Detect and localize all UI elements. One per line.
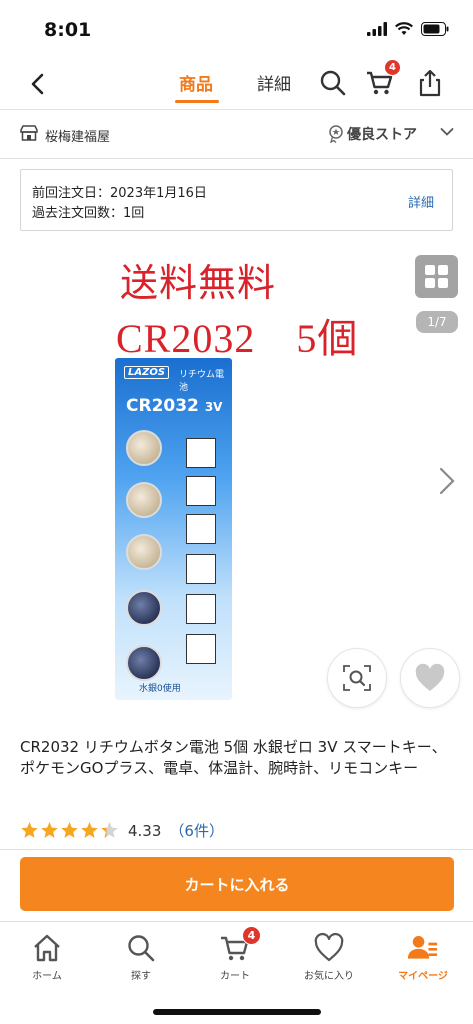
chevron-right-icon[interactable] bbox=[436, 466, 458, 496]
chevron-down-icon[interactable] bbox=[440, 127, 454, 137]
search-icon bbox=[128, 935, 155, 962]
store-row[interactable]: 桜梅建福屋 優良ストア bbox=[0, 111, 473, 159]
coin-cell bbox=[126, 645, 162, 681]
card-voltage: 3V bbox=[204, 400, 223, 414]
card-product-type: リチウム電池 bbox=[179, 370, 225, 393]
add-to-cart-button[interactable]: カートに入れる bbox=[20, 857, 454, 911]
store-badge-label: 優良ストア bbox=[347, 127, 417, 143]
tab-product[interactable]: 商品 bbox=[179, 70, 213, 95]
favorite-button[interactable] bbox=[400, 648, 460, 708]
tab-favorites-label: お気に入り bbox=[304, 971, 354, 982]
heart-icon bbox=[314, 932, 344, 962]
review-count-link[interactable]: （6件） bbox=[169, 820, 224, 841]
status-time: 8:01 bbox=[44, 19, 92, 41]
tab-active-indicator bbox=[175, 100, 219, 103]
heart-icon bbox=[415, 663, 445, 691]
award-icon bbox=[329, 125, 343, 143]
watch-icon bbox=[186, 514, 216, 544]
tab-home[interactable]: ホーム bbox=[0, 922, 94, 992]
person-icon bbox=[407, 936, 438, 959]
search-icon[interactable] bbox=[318, 68, 348, 98]
header-cart-badge: 4 bbox=[384, 59, 401, 76]
tab-mypage-label: マイページ bbox=[398, 971, 448, 982]
store-name[interactable]: 桜梅建福屋 bbox=[45, 126, 110, 145]
card-model-number: CR2032 bbox=[126, 396, 199, 416]
product-image-gallery[interactable]: 送料無料 CR2032 5個 1/7 LAZOS リチウム電池 CR2032 3… bbox=[0, 240, 473, 720]
coin-cell bbox=[126, 430, 162, 466]
coin-cell bbox=[126, 482, 162, 518]
car-key-icon bbox=[186, 554, 216, 584]
product-image: LAZOS リチウム電池 CR2032 3V 水銀0使用 bbox=[115, 358, 232, 700]
card-mercury-free: 水銀0使用 bbox=[139, 684, 181, 694]
tab-mypage[interactable]: マイページ bbox=[376, 922, 470, 992]
rating-row[interactable]: 4.33 （6件） bbox=[20, 820, 224, 841]
tab-detail[interactable]: 詳細 bbox=[257, 70, 291, 95]
rating-value: 4.33 bbox=[128, 821, 162, 840]
grid-view-button[interactable] bbox=[415, 255, 458, 298]
grid-icon bbox=[425, 265, 448, 288]
status-icons bbox=[367, 22, 449, 36]
tab-search-label: 探す bbox=[131, 971, 151, 982]
image-page-counter: 1/7 bbox=[416, 311, 458, 333]
tab-cart-label: カート bbox=[220, 971, 250, 982]
battery-icon bbox=[421, 22, 449, 36]
calculator-icon bbox=[186, 438, 216, 468]
tab-home-label: ホーム bbox=[32, 971, 62, 982]
zoom-button[interactable] bbox=[327, 648, 387, 708]
tab-cart-badge: 4 bbox=[242, 926, 261, 945]
remote-icon bbox=[186, 634, 216, 664]
zoom-search-icon bbox=[343, 665, 371, 691]
order-count: 過去注文回数：1回 bbox=[32, 206, 145, 221]
home-icon bbox=[34, 934, 60, 962]
product-nav-header: 商品 詳細 bbox=[0, 58, 473, 110]
thermometer-icon bbox=[186, 476, 216, 506]
timer-icon bbox=[186, 594, 216, 624]
tab-cart[interactable]: カート 4 bbox=[188, 922, 282, 992]
card-model: CR2032 3V bbox=[126, 396, 222, 416]
last-order-date: 前回注文日：2023年1月16日 bbox=[32, 186, 207, 201]
tab-favorites[interactable]: お気に入り bbox=[282, 922, 376, 992]
home-indicator bbox=[153, 1009, 321, 1015]
order-history-box: 前回注文日：2023年1月16日 過去注文回数：1回 詳細 bbox=[20, 169, 453, 231]
promo-free-shipping: 送料無料 bbox=[120, 261, 277, 305]
wifi-icon bbox=[395, 22, 413, 35]
star-rating bbox=[21, 822, 118, 838]
divider bbox=[0, 849, 473, 850]
card-brand-logo: LAZOS bbox=[124, 366, 170, 379]
order-detail-link[interactable]: 詳細 bbox=[408, 192, 434, 211]
share-icon[interactable] bbox=[415, 68, 445, 98]
tab-search[interactable]: 探す bbox=[94, 922, 188, 992]
bottom-tab-bar: ホーム 探す カート 4 お気に入り マイページ bbox=[0, 921, 473, 1024]
promo-model-qty: CR2032 5個 bbox=[116, 316, 359, 361]
coin-cell bbox=[126, 534, 162, 570]
status-bar: 8:01 bbox=[0, 0, 473, 58]
coin-cell bbox=[126, 590, 162, 626]
excellent-store-badge: 優良ストア bbox=[328, 124, 417, 144]
store-icon bbox=[20, 125, 38, 141]
product-title: CR2032 リチウムボタン電池 5個 水銀ゼロ 3V スマートキー、ポケモンG… bbox=[20, 738, 447, 777]
signal-icon bbox=[367, 22, 387, 36]
back-arrow-icon[interactable] bbox=[24, 70, 52, 98]
